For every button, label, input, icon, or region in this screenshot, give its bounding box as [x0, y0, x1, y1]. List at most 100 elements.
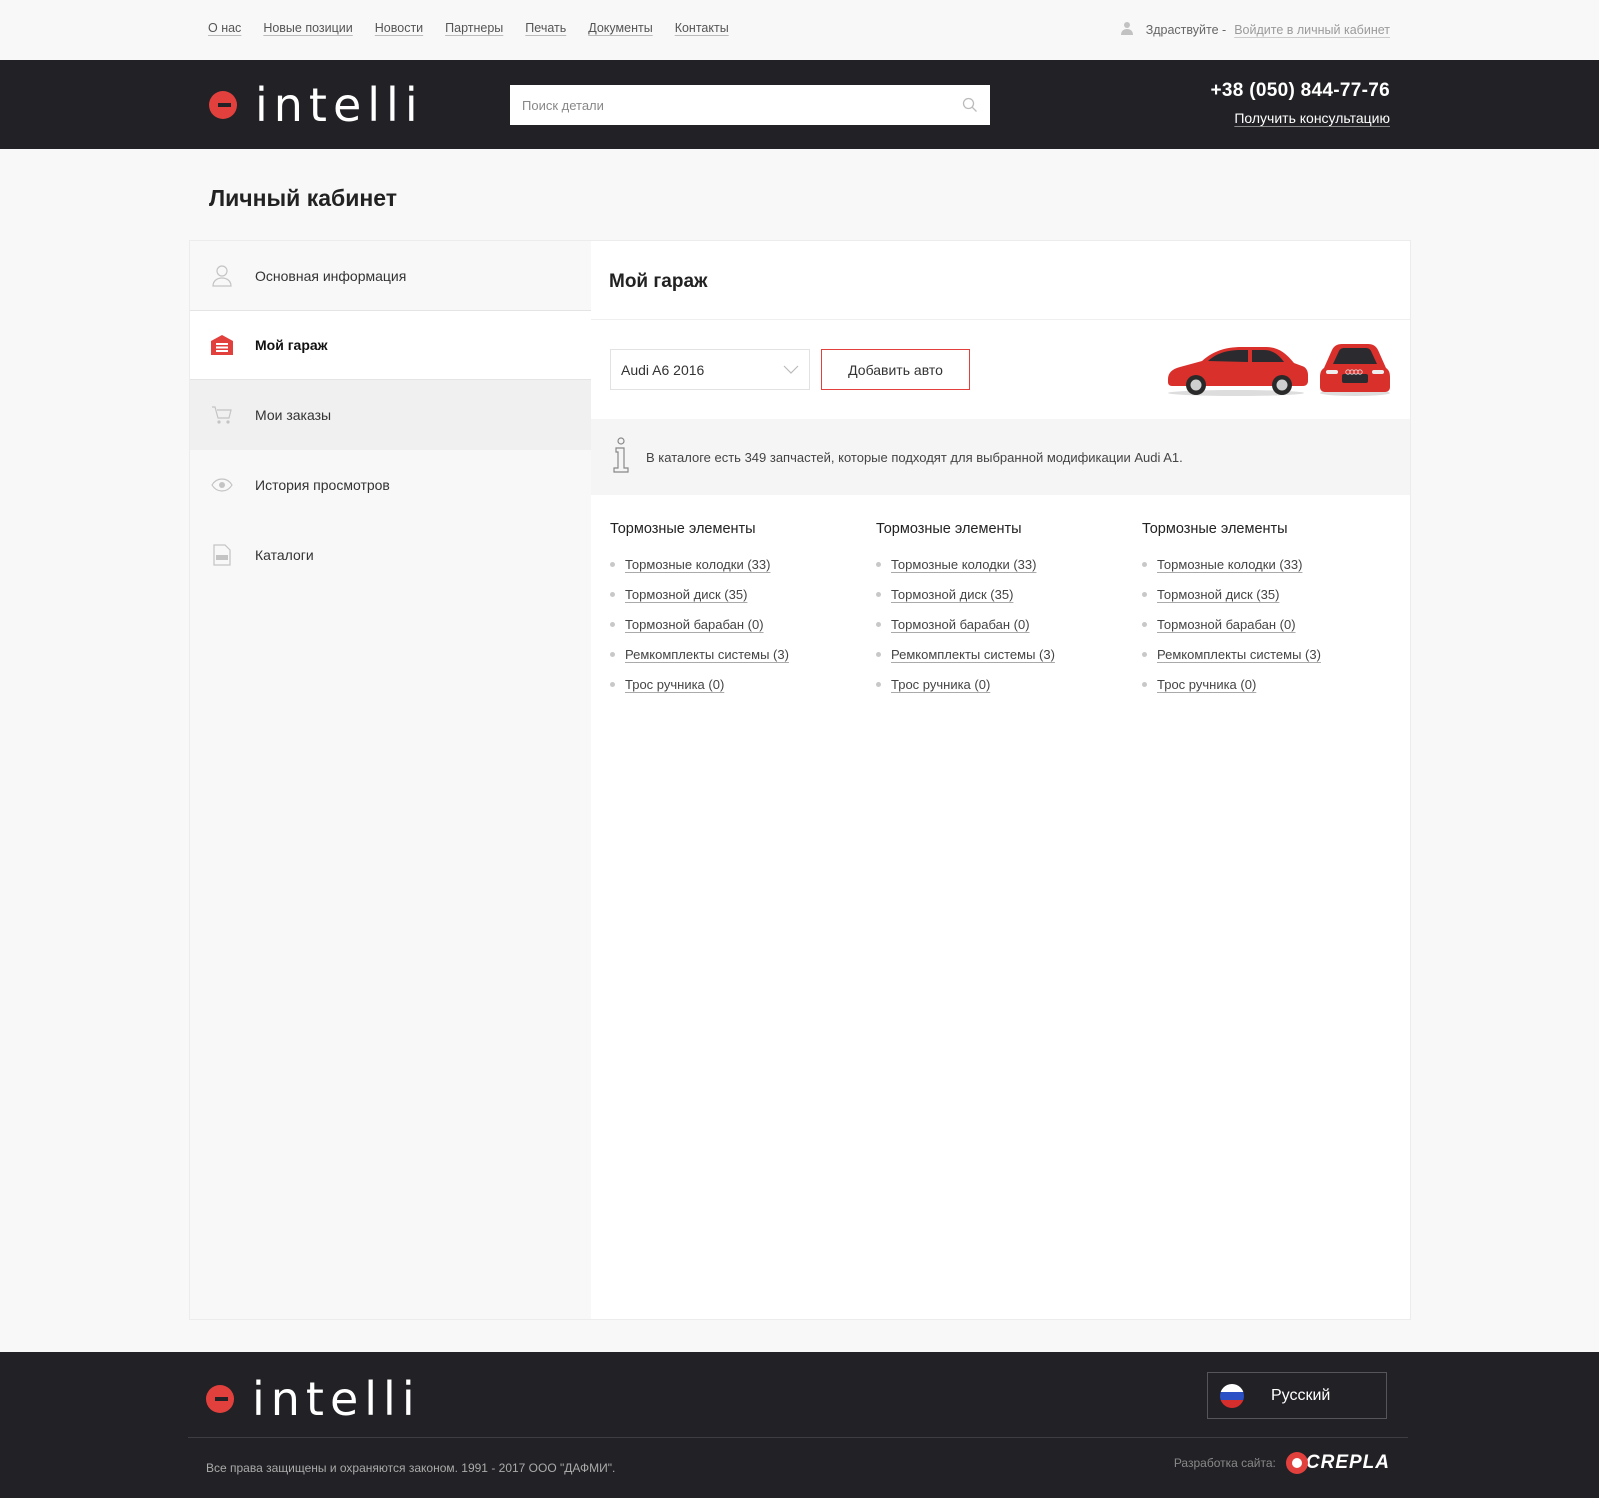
logo-text: intelli — [255, 78, 424, 132]
sidebar-item-label: Мои заказы — [255, 407, 332, 423]
list-item: Тормозной барабан (0) — [610, 609, 876, 639]
list-item: Ремкомплекты системы (3) — [610, 639, 876, 669]
nav-link-news[interactable]: Новости — [375, 21, 423, 35]
user-icon — [210, 264, 234, 288]
section-title: Мой гараж — [609, 271, 708, 292]
list-item: Трос ручника (0) — [876, 669, 1142, 699]
parts-categories: Тормозные элементы Тормозные колодки (33… — [610, 521, 1408, 699]
nav-link-contacts[interactable]: Контакты — [675, 21, 729, 35]
developer-logo[interactable]: CREPLA — [1285, 1452, 1390, 1474]
sidebar-item-history[interactable]: История просмотров — [190, 450, 591, 520]
car-select[interactable]: Audi A6 2016 — [610, 349, 810, 390]
login-link[interactable]: Войдите в личный кабинет — [1234, 23, 1390, 37]
category-link[interactable]: Тормозные колодки (33) — [891, 557, 1036, 572]
language-selector[interactable]: Русский — [1207, 1372, 1387, 1419]
category-link[interactable]: Ремкомплекты системы (3) — [625, 647, 789, 662]
language-label: Русский — [1271, 1386, 1331, 1404]
list-item: Тормозной барабан (0) — [1142, 609, 1408, 639]
category-link[interactable]: Тормозной диск (35) — [1157, 587, 1279, 602]
logo-mark-icon — [206, 1385, 234, 1413]
nav-link-print[interactable]: Печать — [525, 21, 566, 35]
pdf-icon — [210, 543, 234, 567]
category-link[interactable]: Тормозные колодки (33) — [1157, 557, 1302, 572]
category-link[interactable]: Тормозной барабан (0) — [1157, 617, 1296, 632]
sidebar: Основная информация Мой гараж Мои заказы… — [190, 241, 591, 1319]
sidebar-item-main-info[interactable]: Основная информация — [190, 241, 591, 311]
list-item: Тормозные колодки (33) — [610, 549, 876, 579]
list-item: Трос ручника (0) — [610, 669, 876, 699]
category-heading: Тормозные элементы — [610, 521, 756, 537]
category-link[interactable]: Тормозной барабан (0) — [625, 617, 764, 632]
sidebar-item-catalogs[interactable]: Каталоги — [190, 520, 591, 590]
category-link[interactable]: Тормозной барабан (0) — [891, 617, 1030, 632]
sidebar-item-label: Основная информация — [255, 268, 407, 284]
add-car-button[interactable]: Добавить авто — [821, 349, 970, 390]
footer-logo[interactable]: intelli — [206, 1376, 421, 1422]
developer-label: Разработка сайта: — [1173, 1456, 1276, 1470]
header-logo[interactable]: intelli — [209, 82, 424, 128]
crepla-logo-icon — [1285, 1452, 1308, 1474]
developer-brand: CREPLA — [1305, 1452, 1390, 1473]
footer-divider — [188, 1437, 1408, 1438]
list-item: Ремкомплекты системы (3) — [1142, 639, 1408, 669]
sidebar-item-orders[interactable]: Мои заказы — [190, 380, 591, 450]
nav-link-about[interactable]: О нас — [208, 21, 241, 35]
category-link[interactable]: Трос ручника (0) — [625, 677, 724, 692]
nav-link-documents[interactable]: Документы — [588, 21, 652, 35]
car-side-image — [1164, 341, 1308, 402]
list-item: Тормозной диск (35) — [876, 579, 1142, 609]
top-bar: О нас Новые позиции Новости Партнеры Печ… — [0, 0, 1599, 60]
info-text: В каталоге есть 349 запчастей, которые п… — [646, 449, 1183, 465]
category-column: Тормозные элементы Тормозные колодки (33… — [1142, 521, 1408, 699]
sidebar-item-label: История просмотров — [255, 477, 390, 493]
list-item: Трос ручника (0) — [1142, 669, 1408, 699]
category-link[interactable]: Тормозной диск (35) — [891, 587, 1013, 602]
category-link[interactable]: Трос ручника (0) — [1157, 677, 1256, 692]
divider — [591, 319, 1410, 320]
list-item: Тормозной диск (35) — [1142, 579, 1408, 609]
sidebar-item-garage[interactable]: Мой гараж — [190, 310, 591, 380]
category-column: Тормозные элементы Тормозные колодки (33… — [610, 521, 876, 699]
category-heading: Тормозные элементы — [876, 521, 1022, 537]
greeting-text: Здраствуйте - — [1145, 22, 1227, 37]
search-box — [510, 85, 990, 125]
info-icon — [611, 436, 631, 478]
account-panel: Основная информация Мой гараж Мои заказы… — [189, 240, 1411, 1320]
cart-icon — [210, 403, 234, 427]
garage-icon — [210, 333, 234, 357]
category-heading: Тормозные элементы — [1142, 521, 1288, 537]
list-item: Тормозные колодки (33) — [876, 549, 1142, 579]
chevron-down-icon — [783, 362, 799, 378]
nav-link-partners[interactable]: Партнеры — [445, 21, 503, 35]
car-front-image — [1318, 342, 1392, 401]
info-banner: В каталоге есть 349 запчастей, которые п… — [591, 419, 1410, 495]
category-link[interactable]: Трос ручника (0) — [891, 677, 990, 692]
category-link[interactable]: Тормозные колодки (33) — [625, 557, 770, 572]
sidebar-item-label: Мой гараж — [255, 337, 328, 353]
contact-block: +38 (050) 844-77-76 Получить консультаци… — [1211, 80, 1390, 126]
category-link[interactable]: Ремкомплекты системы (3) — [891, 647, 1055, 662]
category-column: Тормозные элементы Тормозные колодки (33… — [876, 521, 1142, 699]
list-item: Тормозные колодки (33) — [1142, 549, 1408, 579]
garage-content: Мой гараж Audi A6 2016 Добавить авто В к… — [591, 241, 1410, 1319]
consultation-link[interactable]: Получить консультацию — [1211, 110, 1390, 126]
logo-text: intelli — [252, 1372, 421, 1426]
eye-icon — [210, 473, 234, 497]
footer: intelli Русский Все права защищены и охр… — [0, 1352, 1599, 1498]
sidebar-item-label: Каталоги — [255, 547, 314, 563]
page-title: Личный кабинет — [209, 185, 397, 211]
phone-number[interactable]: +38 (050) 844-77-76 — [1211, 80, 1390, 102]
logo-mark-icon — [209, 91, 237, 119]
category-link[interactable]: Тормозной диск (35) — [625, 587, 747, 602]
search-input[interactable] — [510, 85, 950, 125]
car-select-value: Audi A6 2016 — [621, 361, 705, 378]
search-icon[interactable] — [950, 85, 990, 125]
list-item: Тормозной барабан (0) — [876, 609, 1142, 639]
copyright: Все права защищены и охраняются законом.… — [206, 1461, 616, 1475]
user-icon — [1120, 21, 1134, 38]
greeting-area: Здраствуйте - Войдите в личный кабинет — [1120, 21, 1390, 38]
nav-link-new-items[interactable]: Новые позиции — [263, 21, 352, 35]
category-link[interactable]: Ремкомплекты системы (3) — [1157, 647, 1321, 662]
list-item: Тормозной диск (35) — [610, 579, 876, 609]
top-nav: О нас Новые позиции Новости Партнеры Печ… — [208, 21, 729, 35]
